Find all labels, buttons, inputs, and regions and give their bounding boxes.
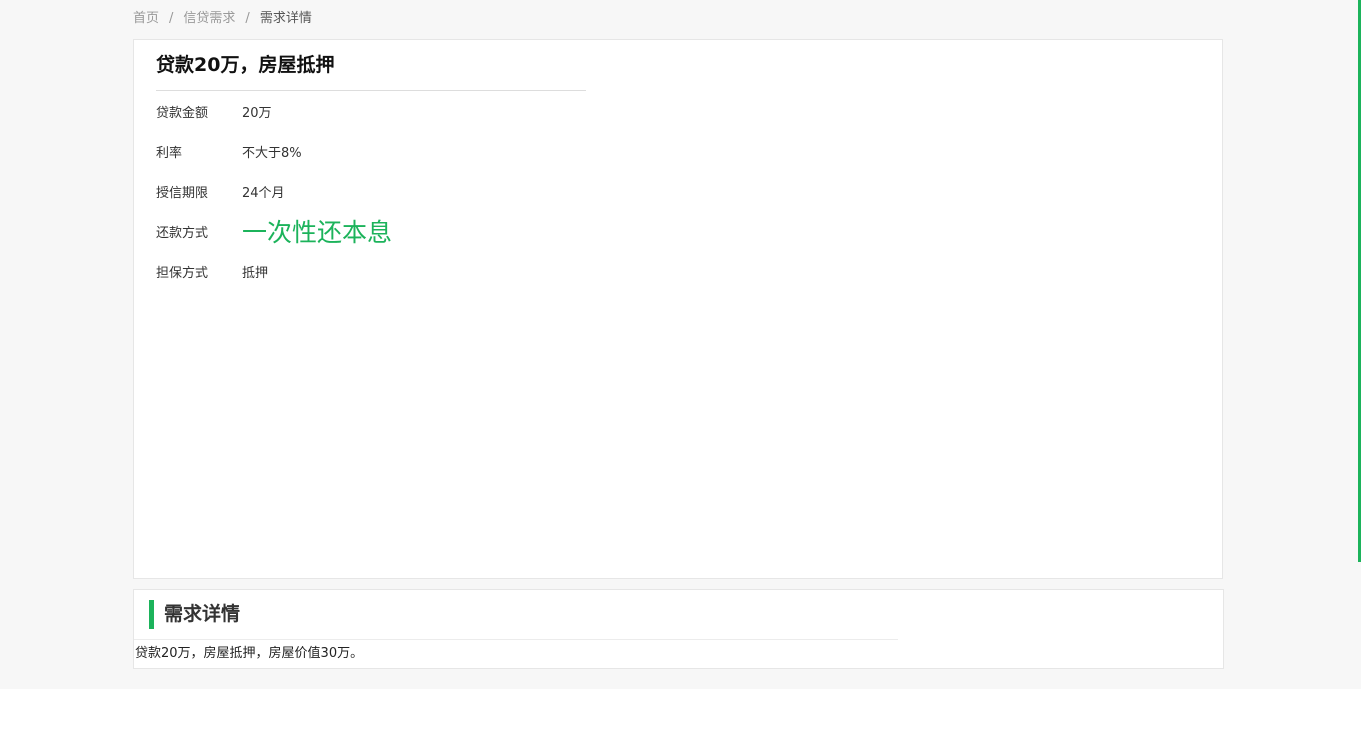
demand-detail-text: 贷款20万，房屋抵押，房屋价值30万。: [135, 646, 364, 661]
demand-detail-title: 需求详情: [164, 603, 241, 625]
title-divider: [156, 90, 586, 91]
breadcrumb-separator: /: [169, 11, 174, 26]
credit-term-label: 授信期限: [156, 185, 209, 201]
loan-amount-value: 20万: [242, 105, 272, 121]
breadcrumb-home-link[interactable]: 首页: [133, 11, 159, 26]
guarantee-method-value: 抵押: [242, 265, 269, 281]
interest-rate-value: 不大于8%: [242, 145, 302, 161]
loan-info-card: 贷款20万，房屋抵押 贷款金额 20万 利率 不大于8% 授信期限 24个月 还…: [133, 39, 1223, 579]
guarantee-method-row: 担保方式 抵押: [156, 260, 268, 282]
breadcrumb-separator: /: [245, 11, 250, 26]
loan-title: 贷款20万，房屋抵押: [156, 54, 335, 76]
repayment-method-value: 一次性还本息: [242, 218, 393, 247]
loan-amount-label: 贷款金额: [156, 105, 209, 121]
credit-term-value: 24个月: [242, 185, 285, 201]
interest-rate-row: 利率 不大于8%: [156, 140, 302, 162]
guarantee-method-label: 担保方式: [156, 265, 209, 281]
credit-term-row: 授信期限 24个月: [156, 180, 285, 202]
breadcrumb-credit-demand-link[interactable]: 信贷需求: [183, 11, 235, 26]
demand-detail-card: 需求详情 贷款20万，房屋抵押，房屋价值30万。: [133, 589, 1224, 669]
section-accent-bar: [149, 600, 154, 629]
interest-rate-label: 利率: [156, 145, 183, 161]
detail-divider: [134, 639, 898, 640]
repayment-method-label: 还款方式: [156, 225, 209, 241]
breadcrumb-current: 需求详情: [259, 11, 312, 26]
repayment-method-row: 还款方式 一次性还本息: [156, 216, 393, 247]
breadcrumb: 首页 / 信贷需求 / 需求详情: [133, 10, 312, 28]
loan-amount-row: 贷款金额 20万: [156, 100, 272, 122]
